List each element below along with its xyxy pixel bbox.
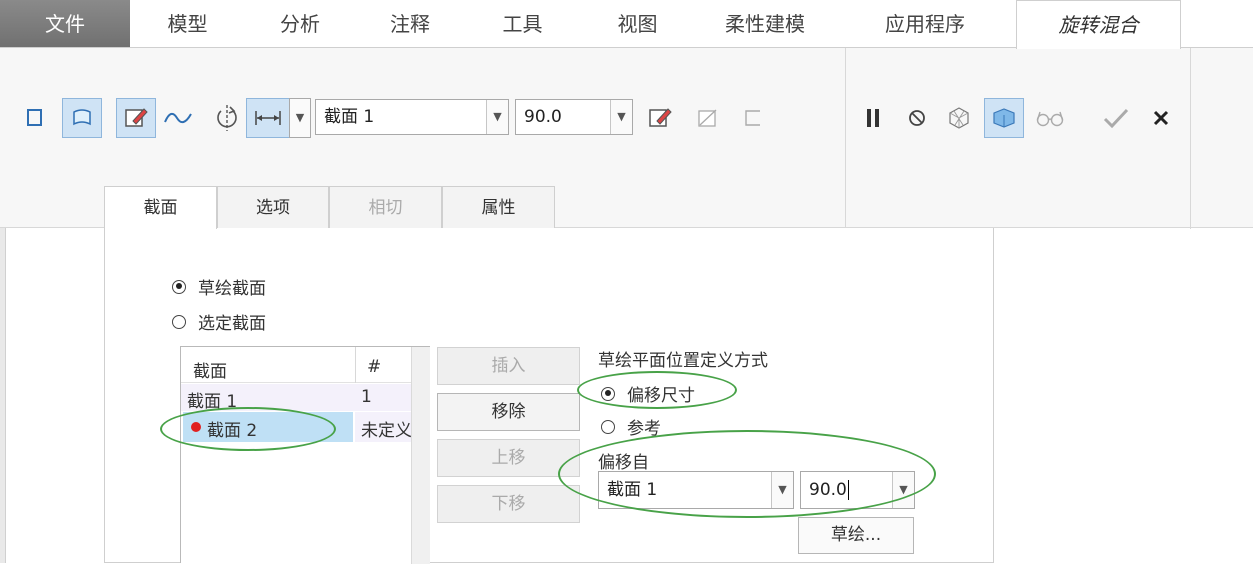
- placement-title: 草绘平面位置定义方式: [598, 351, 768, 371]
- radio-label: 草绘截面: [198, 279, 266, 299]
- list-header-num: #: [367, 357, 382, 377]
- chevron-down-icon[interactable]: ▼: [892, 472, 914, 508]
- tab-applications[interactable]: 应用程序: [835, 0, 1015, 48]
- list-scrollbar[interactable]: [411, 347, 430, 564]
- glasses-icon[interactable]: [1030, 100, 1070, 136]
- preview-mesh-icon[interactable]: [940, 98, 978, 138]
- radio-sketched-section[interactable]: 草绘截面: [172, 274, 266, 299]
- row-section-name: 截面 2: [207, 421, 258, 441]
- angle-combo-value: 90.0: [524, 107, 562, 127]
- radio-indicator: [172, 314, 186, 329]
- revolve-axis-icon[interactable]: [208, 98, 246, 138]
- radio-label: 参考: [627, 419, 661, 439]
- solid-icon[interactable]: [22, 103, 48, 133]
- offset-value: 90.0: [809, 480, 847, 500]
- dimension-icon[interactable]: [246, 98, 290, 138]
- sketch-edit-icon[interactable]: [640, 98, 680, 138]
- tab-analysis[interactable]: 分析: [245, 0, 355, 48]
- pause-icon[interactable]: [856, 100, 890, 136]
- row-section-num: 未定义: [361, 421, 412, 441]
- chevron-down-icon[interactable]: ▼: [610, 100, 632, 134]
- flip-icon[interactable]: [690, 100, 726, 136]
- tab-annotate[interactable]: 注释: [355, 0, 465, 48]
- no-preview-icon[interactable]: [900, 100, 934, 136]
- tab-rotational-blend[interactable]: 旋转混合: [1016, 0, 1181, 49]
- radio-label: 偏移尺寸: [627, 386, 695, 406]
- spline-icon[interactable]: [160, 100, 196, 136]
- subtab-tangency[interactable]: 相切: [329, 186, 442, 228]
- subtab-options[interactable]: 选项: [217, 186, 329, 228]
- section-combo-value: 截面 1: [324, 107, 375, 127]
- close-icon[interactable]: [1144, 100, 1178, 136]
- toolbar-separator: [1190, 48, 1191, 229]
- offset-from-combo[interactable]: 截面 1 ▼: [598, 471, 794, 509]
- move-down-button[interactable]: 下移: [437, 485, 580, 523]
- radio-indicator: [601, 419, 615, 434]
- radio-indicator: [172, 279, 186, 294]
- tab-flexible-modeling[interactable]: 柔性建模: [695, 0, 835, 48]
- move-up-button[interactable]: 上移: [437, 439, 580, 477]
- open-section-icon[interactable]: [738, 100, 768, 136]
- ribbon-tab-bar: 文件 模型 分析 注释 工具 视图 柔性建模 应用程序 旋转混合: [0, 0, 1253, 49]
- tab-file[interactable]: 文件: [0, 0, 130, 48]
- insert-button[interactable]: 插入: [437, 347, 580, 385]
- error-dot-icon: [191, 422, 201, 432]
- sketch-icon[interactable]: [116, 98, 156, 138]
- column-divider: [355, 347, 356, 383]
- surface-icon[interactable]: [62, 98, 102, 138]
- subtab-sections[interactable]: 截面: [104, 186, 217, 229]
- toolbar-separator: [845, 48, 846, 229]
- remove-button[interactable]: 移除: [437, 393, 580, 431]
- tab-tools[interactable]: 工具: [465, 0, 580, 48]
- radio-indicator: [601, 386, 615, 401]
- radio-selected-section[interactable]: 选定截面: [172, 309, 266, 334]
- left-edge-bar: [0, 228, 6, 563]
- dimension-dropdown-button[interactable]: ▼: [289, 98, 311, 138]
- text-cursor: [847, 480, 849, 500]
- tab-model[interactable]: 模型: [130, 0, 245, 48]
- subtab-properties[interactable]: 属性: [442, 186, 555, 228]
- offset-value-input[interactable]: 90.0 ▼: [800, 471, 915, 509]
- checkmark-icon[interactable]: [1096, 100, 1136, 136]
- row-section-name: 截面 1: [187, 392, 238, 412]
- verify-model-icon[interactable]: [984, 98, 1024, 138]
- chevron-down-icon[interactable]: ▼: [486, 100, 508, 134]
- row-section-num: 1: [361, 387, 372, 407]
- angle-combo[interactable]: 90.0 ▼: [515, 99, 633, 135]
- tab-view[interactable]: 视图: [580, 0, 695, 48]
- offset-from-value: 截面 1: [607, 480, 658, 500]
- list-header-section: 截面: [193, 362, 227, 382]
- sketch-button[interactable]: 草绘...: [798, 517, 914, 554]
- offset-from-label: 偏移自: [598, 453, 649, 473]
- sections-list[interactable]: 截面 # 截面 1 1 截面 2 未定义: [180, 346, 430, 564]
- chevron-down-icon[interactable]: ▼: [771, 472, 793, 508]
- radio-label: 选定截面: [198, 314, 266, 334]
- section-combo[interactable]: 截面 1 ▼: [315, 99, 509, 135]
- radio-offset-dimension[interactable]: 偏移尺寸: [601, 381, 695, 406]
- radio-reference[interactable]: 参考: [601, 414, 661, 439]
